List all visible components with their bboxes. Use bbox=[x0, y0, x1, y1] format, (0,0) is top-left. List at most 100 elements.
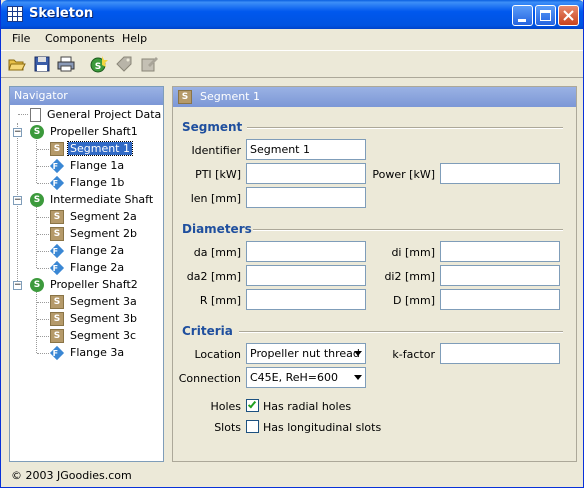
longitudinal-slots-text[interactable]: Has longitudinal slots bbox=[263, 421, 381, 434]
tree-item-label: Segment 2a bbox=[70, 210, 137, 223]
main-window: Skeleton File Components Help S Navigato… bbox=[0, 0, 584, 488]
editor-title: Segment 1 bbox=[200, 90, 260, 103]
print-icon[interactable] bbox=[57, 55, 75, 73]
power-field[interactable] bbox=[440, 163, 560, 184]
tree-item-label: Flange 1b bbox=[70, 176, 125, 189]
tree-item-flange-2a[interactable]: F Flange 2a bbox=[49, 242, 126, 259]
flange-icon: F bbox=[49, 345, 65, 361]
tree-item-label: Segment 3c bbox=[70, 329, 137, 342]
checkmark-icon bbox=[247, 399, 257, 409]
section-criteria-title: Criteria bbox=[182, 324, 233, 338]
tree-item-flange-3a[interactable]: F Flange 3a bbox=[49, 344, 126, 361]
da2-field[interactable] bbox=[246, 265, 366, 286]
segment-icon: S bbox=[50, 227, 64, 241]
longitudinal-slots-checkbox[interactable] bbox=[246, 420, 259, 433]
tree-item-segment-3b[interactable]: S Segment 3b bbox=[50, 310, 139, 327]
chevron-down-icon bbox=[354, 351, 362, 356]
collapse-toggle[interactable]: − bbox=[13, 281, 22, 290]
maximize-button[interactable] bbox=[535, 5, 556, 26]
tree-item-flange-1b[interactable]: F Flange 1b bbox=[49, 174, 126, 191]
segment-icon: S bbox=[50, 142, 64, 156]
menu-bar: File Components Help bbox=[1, 29, 583, 49]
tree-item-intermediate-shaft[interactable]: S Intermediate Shaft bbox=[30, 191, 155, 208]
separator bbox=[239, 331, 563, 333]
r-label: R [mm] bbox=[199, 294, 241, 307]
d-label: D [mm] bbox=[393, 294, 435, 307]
tree-item-propeller-shaft1[interactable]: S Propeller Shaft1 bbox=[30, 123, 140, 140]
editor-header: S Segment 1 bbox=[173, 87, 576, 107]
location-value: Propeller nut thread bbox=[250, 347, 360, 360]
navigator-panel: Navigator General Project Data − S Propel… bbox=[9, 86, 164, 462]
document-icon bbox=[30, 108, 41, 122]
edit-icon[interactable] bbox=[140, 55, 158, 73]
menu-components[interactable]: Components bbox=[45, 32, 115, 45]
pti-field[interactable] bbox=[246, 163, 366, 184]
d-field[interactable] bbox=[440, 289, 560, 310]
tree-item-propeller-shaft2[interactable]: S Propeller Shaft2 bbox=[30, 276, 140, 293]
tree-item-flange-2a-second[interactable]: F Flange 2a bbox=[49, 259, 126, 276]
tree-item-label: Flange 1a bbox=[70, 159, 125, 172]
di2-field[interactable] bbox=[440, 265, 560, 286]
di-field[interactable] bbox=[440, 241, 560, 262]
da-field[interactable] bbox=[246, 241, 366, 262]
section-segment-title: Segment bbox=[182, 120, 243, 134]
collapse-toggle[interactable]: − bbox=[13, 196, 22, 205]
tree-item-label: Propeller Shaft2 bbox=[50, 278, 138, 291]
connection-value: C45E, ReH=600 bbox=[250, 371, 339, 384]
k-factor-label: k-factor bbox=[392, 348, 435, 361]
tree-item-segment-2a[interactable]: S Segment 2a bbox=[50, 208, 139, 225]
identifier-field[interactable] bbox=[246, 139, 366, 160]
status-text: © 2003 JGoodies.com bbox=[11, 469, 132, 482]
tree-item-flange-1a[interactable]: F Flange 1a bbox=[49, 157, 126, 174]
menu-file[interactable]: File bbox=[12, 32, 30, 45]
identifier-label: Identifier bbox=[191, 144, 241, 157]
section-diameters-title: Diameters bbox=[182, 222, 252, 236]
tree-item-label: Flange 3a bbox=[70, 346, 125, 359]
add-segment-icon[interactable]: S bbox=[90, 55, 108, 73]
len-field[interactable] bbox=[246, 187, 366, 208]
radial-holes-checkbox[interactable] bbox=[246, 399, 259, 412]
minimize-button[interactable] bbox=[512, 5, 533, 26]
r-field[interactable] bbox=[246, 289, 366, 310]
open-folder-icon[interactable] bbox=[8, 55, 26, 73]
editor-panel: S Segment 1 Segment Identifier PTI [kW] … bbox=[172, 86, 577, 462]
collapse-toggle[interactable]: − bbox=[13, 128, 22, 137]
segment-icon: S bbox=[50, 329, 64, 343]
location-label: Location bbox=[194, 348, 241, 361]
di2-label: di2 [mm] bbox=[384, 270, 435, 283]
power-label: Power [kW] bbox=[372, 168, 435, 181]
location-dropdown[interactable]: Propeller nut thread bbox=[246, 343, 366, 364]
menu-help[interactable]: Help bbox=[122, 32, 147, 45]
tree-item-label: Flange 2a bbox=[70, 244, 125, 257]
toolbar: S bbox=[1, 50, 583, 78]
app-grid-icon bbox=[7, 6, 23, 22]
tag-icon[interactable] bbox=[115, 55, 133, 73]
tree-item-general-project-data[interactable]: General Project Data bbox=[30, 106, 163, 123]
di-label: di [mm] bbox=[391, 246, 435, 259]
slots-label: Slots bbox=[214, 421, 241, 434]
close-icon bbox=[563, 10, 574, 21]
pti-label: PTI [kW] bbox=[195, 168, 241, 181]
tree-item-label: Segment 1 bbox=[67, 141, 133, 156]
tree-item-label: Flange 2a bbox=[70, 261, 125, 274]
tree-item-segment-2b[interactable]: S Segment 2b bbox=[50, 225, 139, 242]
shaft-icon: S bbox=[30, 278, 44, 292]
k-factor-field[interactable] bbox=[440, 343, 560, 364]
tree-item-label: Intermediate Shaft bbox=[50, 193, 154, 206]
connection-dropdown[interactable]: C45E, ReH=600 bbox=[246, 367, 366, 388]
maximize-icon bbox=[540, 10, 551, 21]
save-icon[interactable] bbox=[33, 55, 51, 73]
shaft-icon: S bbox=[30, 193, 44, 207]
tree-item-segment-3a[interactable]: S Segment 3a bbox=[50, 293, 139, 310]
segment-icon: S bbox=[178, 90, 192, 104]
tree-item-segment-1[interactable]: S Segment 1 bbox=[50, 140, 133, 157]
connection-label: Connection bbox=[178, 372, 241, 385]
window-title: Skeleton bbox=[29, 6, 94, 21]
segment-icon: S bbox=[50, 210, 64, 224]
title-bar[interactable]: Skeleton bbox=[1, 0, 583, 29]
close-button[interactable] bbox=[558, 5, 579, 26]
len-label: len [mm] bbox=[190, 192, 241, 205]
tree-item-segment-3c[interactable]: S Segment 3c bbox=[50, 327, 138, 344]
radial-holes-text[interactable]: Has radial holes bbox=[263, 400, 351, 413]
segment-icon: S bbox=[50, 312, 64, 326]
